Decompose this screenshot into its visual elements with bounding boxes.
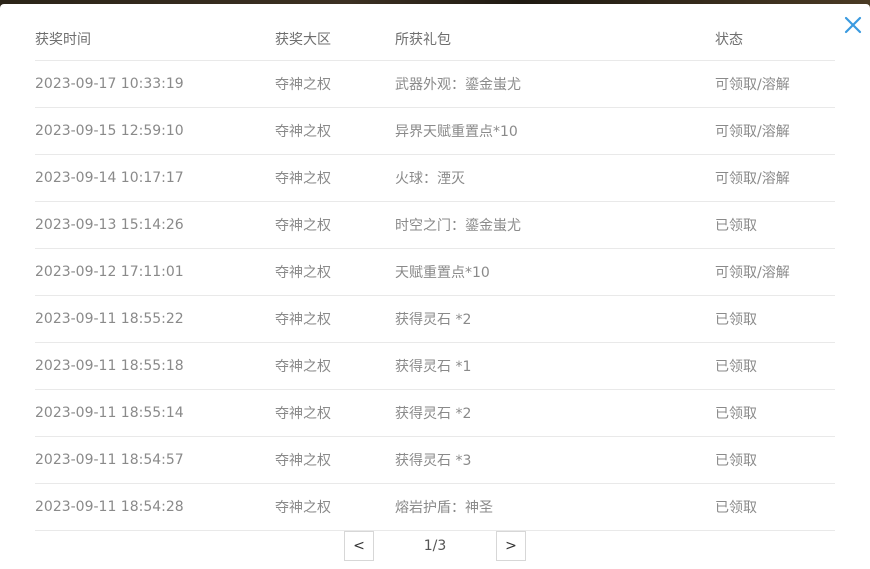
row-time: 2023-09-13 15:14:26 — [35, 217, 184, 233]
table-row: 2023-09-11 18:55:14 夺神之权 获得灵石 *2 已领取 — [35, 390, 835, 437]
table-row: 2023-09-11 18:54:28 夺神之权 熔岩护盾：神圣 已领取 — [35, 484, 835, 531]
row-gift: 时空之门：鎏金蚩尤 — [395, 218, 521, 234]
row-gift: 获得灵石 *3 — [395, 453, 472, 469]
row-zone: 夺神之权 — [275, 265, 331, 281]
row-status: 已领取 — [715, 453, 757, 469]
table-row: 2023-09-12 17:11:01 夺神之权 天赋重置点*10 可领取/溶解 — [35, 249, 835, 296]
row-time: 2023-09-11 18:55:14 — [35, 405, 184, 421]
row-status: 已领取 — [715, 218, 757, 234]
row-gift: 熔岩护盾：神圣 — [395, 500, 493, 516]
header-zone: 获奖大区 — [275, 32, 331, 48]
header-gift: 所获礼包 — [395, 32, 451, 48]
table-header: 获奖时间 获奖大区 所获礼包 状态 — [35, 18, 835, 61]
row-time: 2023-09-17 10:33:19 — [35, 76, 184, 92]
header-time: 获奖时间 — [35, 32, 91, 48]
prize-records-modal: 获奖时间 获奖大区 所获礼包 状态 2023-09-17 10:33:19 夺神… — [0, 4, 870, 569]
row-gift: 武器外观：鎏金蚩尤 — [395, 77, 521, 93]
row-status: 可领取/溶解 — [715, 77, 790, 93]
row-status: 可领取/溶解 — [715, 124, 790, 140]
row-gift: 获得灵石 *2 — [395, 406, 472, 422]
records-table: 获奖时间 获奖大区 所获礼包 状态 2023-09-17 10:33:19 夺神… — [35, 18, 835, 531]
row-time: 2023-09-14 10:17:17 — [35, 170, 184, 186]
row-status: 已领取 — [715, 406, 757, 422]
row-zone: 夺神之权 — [275, 406, 331, 422]
prev-page-button[interactable]: < — [344, 531, 374, 561]
page-indicator: 1/3 — [423, 538, 447, 554]
row-gift: 异界天赋重置点*10 — [395, 124, 518, 140]
table-row: 2023-09-17 10:33:19 夺神之权 武器外观：鎏金蚩尤 可领取/溶… — [35, 61, 835, 108]
table-row: 2023-09-14 10:17:17 夺神之权 火球：湮灭 可领取/溶解 — [35, 155, 835, 202]
row-zone: 夺神之权 — [275, 218, 331, 234]
pagination: < 1/3 > — [0, 531, 870, 563]
row-time: 2023-09-15 12:59:10 — [35, 123, 184, 139]
row-gift: 获得灵石 *2 — [395, 312, 472, 328]
row-status: 已领取 — [715, 312, 757, 328]
row-gift: 获得灵石 *1 — [395, 359, 472, 375]
row-gift: 天赋重置点*10 — [395, 265, 490, 281]
row-zone: 夺神之权 — [275, 171, 331, 187]
row-gift: 火球：湮灭 — [395, 171, 465, 187]
next-page-button[interactable]: > — [496, 531, 526, 561]
row-zone: 夺神之权 — [275, 77, 331, 93]
table-row: 2023-09-15 12:59:10 夺神之权 异界天赋重置点*10 可领取/… — [35, 108, 835, 155]
header-status: 状态 — [715, 32, 743, 48]
table-row: 2023-09-11 18:55:22 夺神之权 获得灵石 *2 已领取 — [35, 296, 835, 343]
row-time: 2023-09-11 18:54:28 — [35, 499, 184, 515]
row-time: 2023-09-11 18:55:18 — [35, 358, 184, 374]
close-icon — [844, 16, 862, 34]
row-zone: 夺神之权 — [275, 124, 331, 140]
row-zone: 夺神之权 — [275, 312, 331, 328]
row-zone: 夺神之权 — [275, 453, 331, 469]
row-time: 2023-09-11 18:55:22 — [35, 311, 184, 327]
close-button[interactable] — [844, 16, 862, 34]
row-zone: 夺神之权 — [275, 359, 331, 375]
row-status: 可领取/溶解 — [715, 265, 790, 281]
table-row: 2023-09-11 18:55:18 夺神之权 获得灵石 *1 已领取 — [35, 343, 835, 390]
row-status: 已领取 — [715, 359, 757, 375]
row-zone: 夺神之权 — [275, 500, 331, 516]
row-status: 可领取/溶解 — [715, 171, 790, 187]
row-time: 2023-09-12 17:11:01 — [35, 264, 184, 280]
table-row: 2023-09-11 18:54:57 夺神之权 获得灵石 *3 已领取 — [35, 437, 835, 484]
row-status: 已领取 — [715, 500, 757, 516]
row-time: 2023-09-11 18:54:57 — [35, 452, 184, 468]
table-row: 2023-09-13 15:14:26 夺神之权 时空之门：鎏金蚩尤 已领取 — [35, 202, 835, 249]
